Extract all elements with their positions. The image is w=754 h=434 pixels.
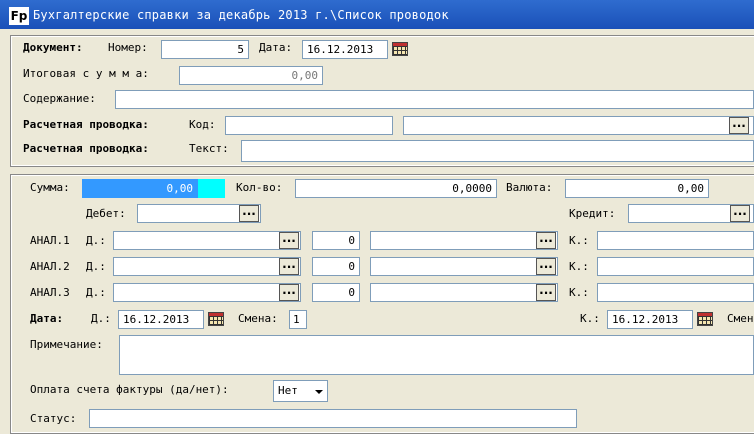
- anal-2-debit-field[interactable]: [113, 257, 301, 276]
- anal-2-d-label: Д.:: [86, 260, 106, 273]
- posting-text-label: Расчетная проводка:: [23, 142, 149, 155]
- text-label: Текст:: [189, 142, 229, 155]
- anal-1-credit-field[interactable]: [370, 231, 558, 250]
- number-label: Номер:: [108, 41, 148, 54]
- anal-1-k-field[interactable]: [597, 231, 754, 250]
- qty-field[interactable]: 0,0000: [295, 179, 497, 198]
- document-label: Документ:: [23, 41, 83, 54]
- app-icon: Fp: [9, 7, 29, 25]
- status-label: Статус:: [30, 412, 77, 425]
- anal-1-debit-lookup-button[interactable]: ...: [279, 232, 299, 249]
- anal-3-k-field[interactable]: [597, 283, 754, 302]
- date-k-calendar-icon[interactable]: [697, 312, 713, 326]
- status-field[interactable]: [89, 409, 577, 428]
- anal-2-label: АНАЛ.2: [30, 260, 70, 273]
- date-label: Дата:: [259, 41, 293, 54]
- invoice-select[interactable]: Нет: [273, 380, 328, 402]
- anal-2-credit-field[interactable]: [370, 257, 558, 276]
- calendar-icon[interactable]: [392, 42, 408, 56]
- sum-label: Сумма:: [30, 181, 70, 194]
- anal-3-d-label: Д.:: [86, 286, 106, 299]
- debit-label: Дебет:: [86, 207, 126, 220]
- anal-2-k-field[interactable]: [597, 257, 754, 276]
- chevron-down-icon: [315, 390, 323, 394]
- note-label: Примечание:: [30, 338, 103, 351]
- anal-3-credit-lookup-button[interactable]: ...: [536, 284, 556, 301]
- code-label: Код:: [189, 118, 216, 131]
- anal-1-credit-lookup-button[interactable]: ...: [536, 232, 556, 249]
- date-field[interactable]: 16.12.2013: [302, 40, 388, 59]
- anal-3-label: АНАЛ.3: [30, 286, 70, 299]
- anal-1-label: АНАЛ.1: [30, 234, 70, 247]
- anal-3-debit-field[interactable]: [113, 283, 301, 302]
- date-k-field[interactable]: 16.12.2013: [607, 310, 693, 329]
- posting-code-label: Расчетная проводка:: [23, 118, 149, 131]
- date-d-calendar-icon[interactable]: [208, 312, 224, 326]
- detail-date-label: Дата:: [30, 312, 64, 325]
- anal-1-debit-field[interactable]: [113, 231, 301, 250]
- code-field[interactable]: [225, 116, 393, 135]
- total-label: Итоговая с у м м а:: [23, 67, 149, 80]
- shift-field[interactable]: 1: [289, 310, 307, 329]
- date-d-label: Д.:: [91, 312, 111, 325]
- content-field[interactable]: [115, 90, 754, 109]
- currency-field[interactable]: 0,00: [565, 179, 709, 198]
- invoice-select-value: Нет: [278, 384, 298, 397]
- anal-3-debit-lookup-button[interactable]: ...: [279, 284, 299, 301]
- shift-label: Смена:: [238, 312, 278, 325]
- shift2-label: Смен: [727, 312, 754, 325]
- debit-lookup-button[interactable]: ...: [239, 205, 259, 222]
- anal-3-num-field[interactable]: 0: [312, 283, 360, 302]
- qty-label: Кол-во:: [236, 181, 283, 194]
- note-field[interactable]: [119, 335, 754, 375]
- sum-field[interactable]: 0,00: [82, 179, 198, 198]
- currency-label: Валюта:: [506, 181, 553, 194]
- anal-1-num-field[interactable]: 0: [312, 231, 360, 250]
- code-lookup-button[interactable]: ...: [729, 117, 749, 134]
- invoice-label: Оплата счета фактуры (да/нет):: [30, 383, 229, 396]
- content-label: Содержание:: [23, 92, 96, 105]
- number-field[interactable]: 5: [161, 40, 249, 59]
- anal-2-credit-lookup-button[interactable]: ...: [536, 258, 556, 275]
- credit-lookup-button[interactable]: ...: [730, 205, 750, 222]
- window-title: Бухгалтерские справки за декабрь 2013 г.…: [33, 8, 449, 22]
- date-d-field[interactable]: 16.12.2013: [118, 310, 204, 329]
- total-field: 0,00: [179, 66, 323, 85]
- title-bar: Fp Бухгалтерские справки за декабрь 2013…: [0, 0, 754, 29]
- anal-1-k-label: К.:: [569, 234, 589, 247]
- anal-2-debit-lookup-button[interactable]: ...: [279, 258, 299, 275]
- anal-2-num-field[interactable]: 0: [312, 257, 360, 276]
- anal-1-d-label: Д.:: [86, 234, 106, 247]
- sum-field-cursor: [198, 179, 225, 198]
- anal-3-credit-field[interactable]: [370, 283, 558, 302]
- credit-label: Кредит:: [569, 207, 616, 220]
- code-name-field[interactable]: [403, 116, 754, 135]
- anal-2-k-label: К.:: [569, 260, 589, 273]
- text-field[interactable]: [241, 140, 754, 162]
- date-k-label: К.:: [580, 312, 600, 325]
- anal-3-k-label: К.:: [569, 286, 589, 299]
